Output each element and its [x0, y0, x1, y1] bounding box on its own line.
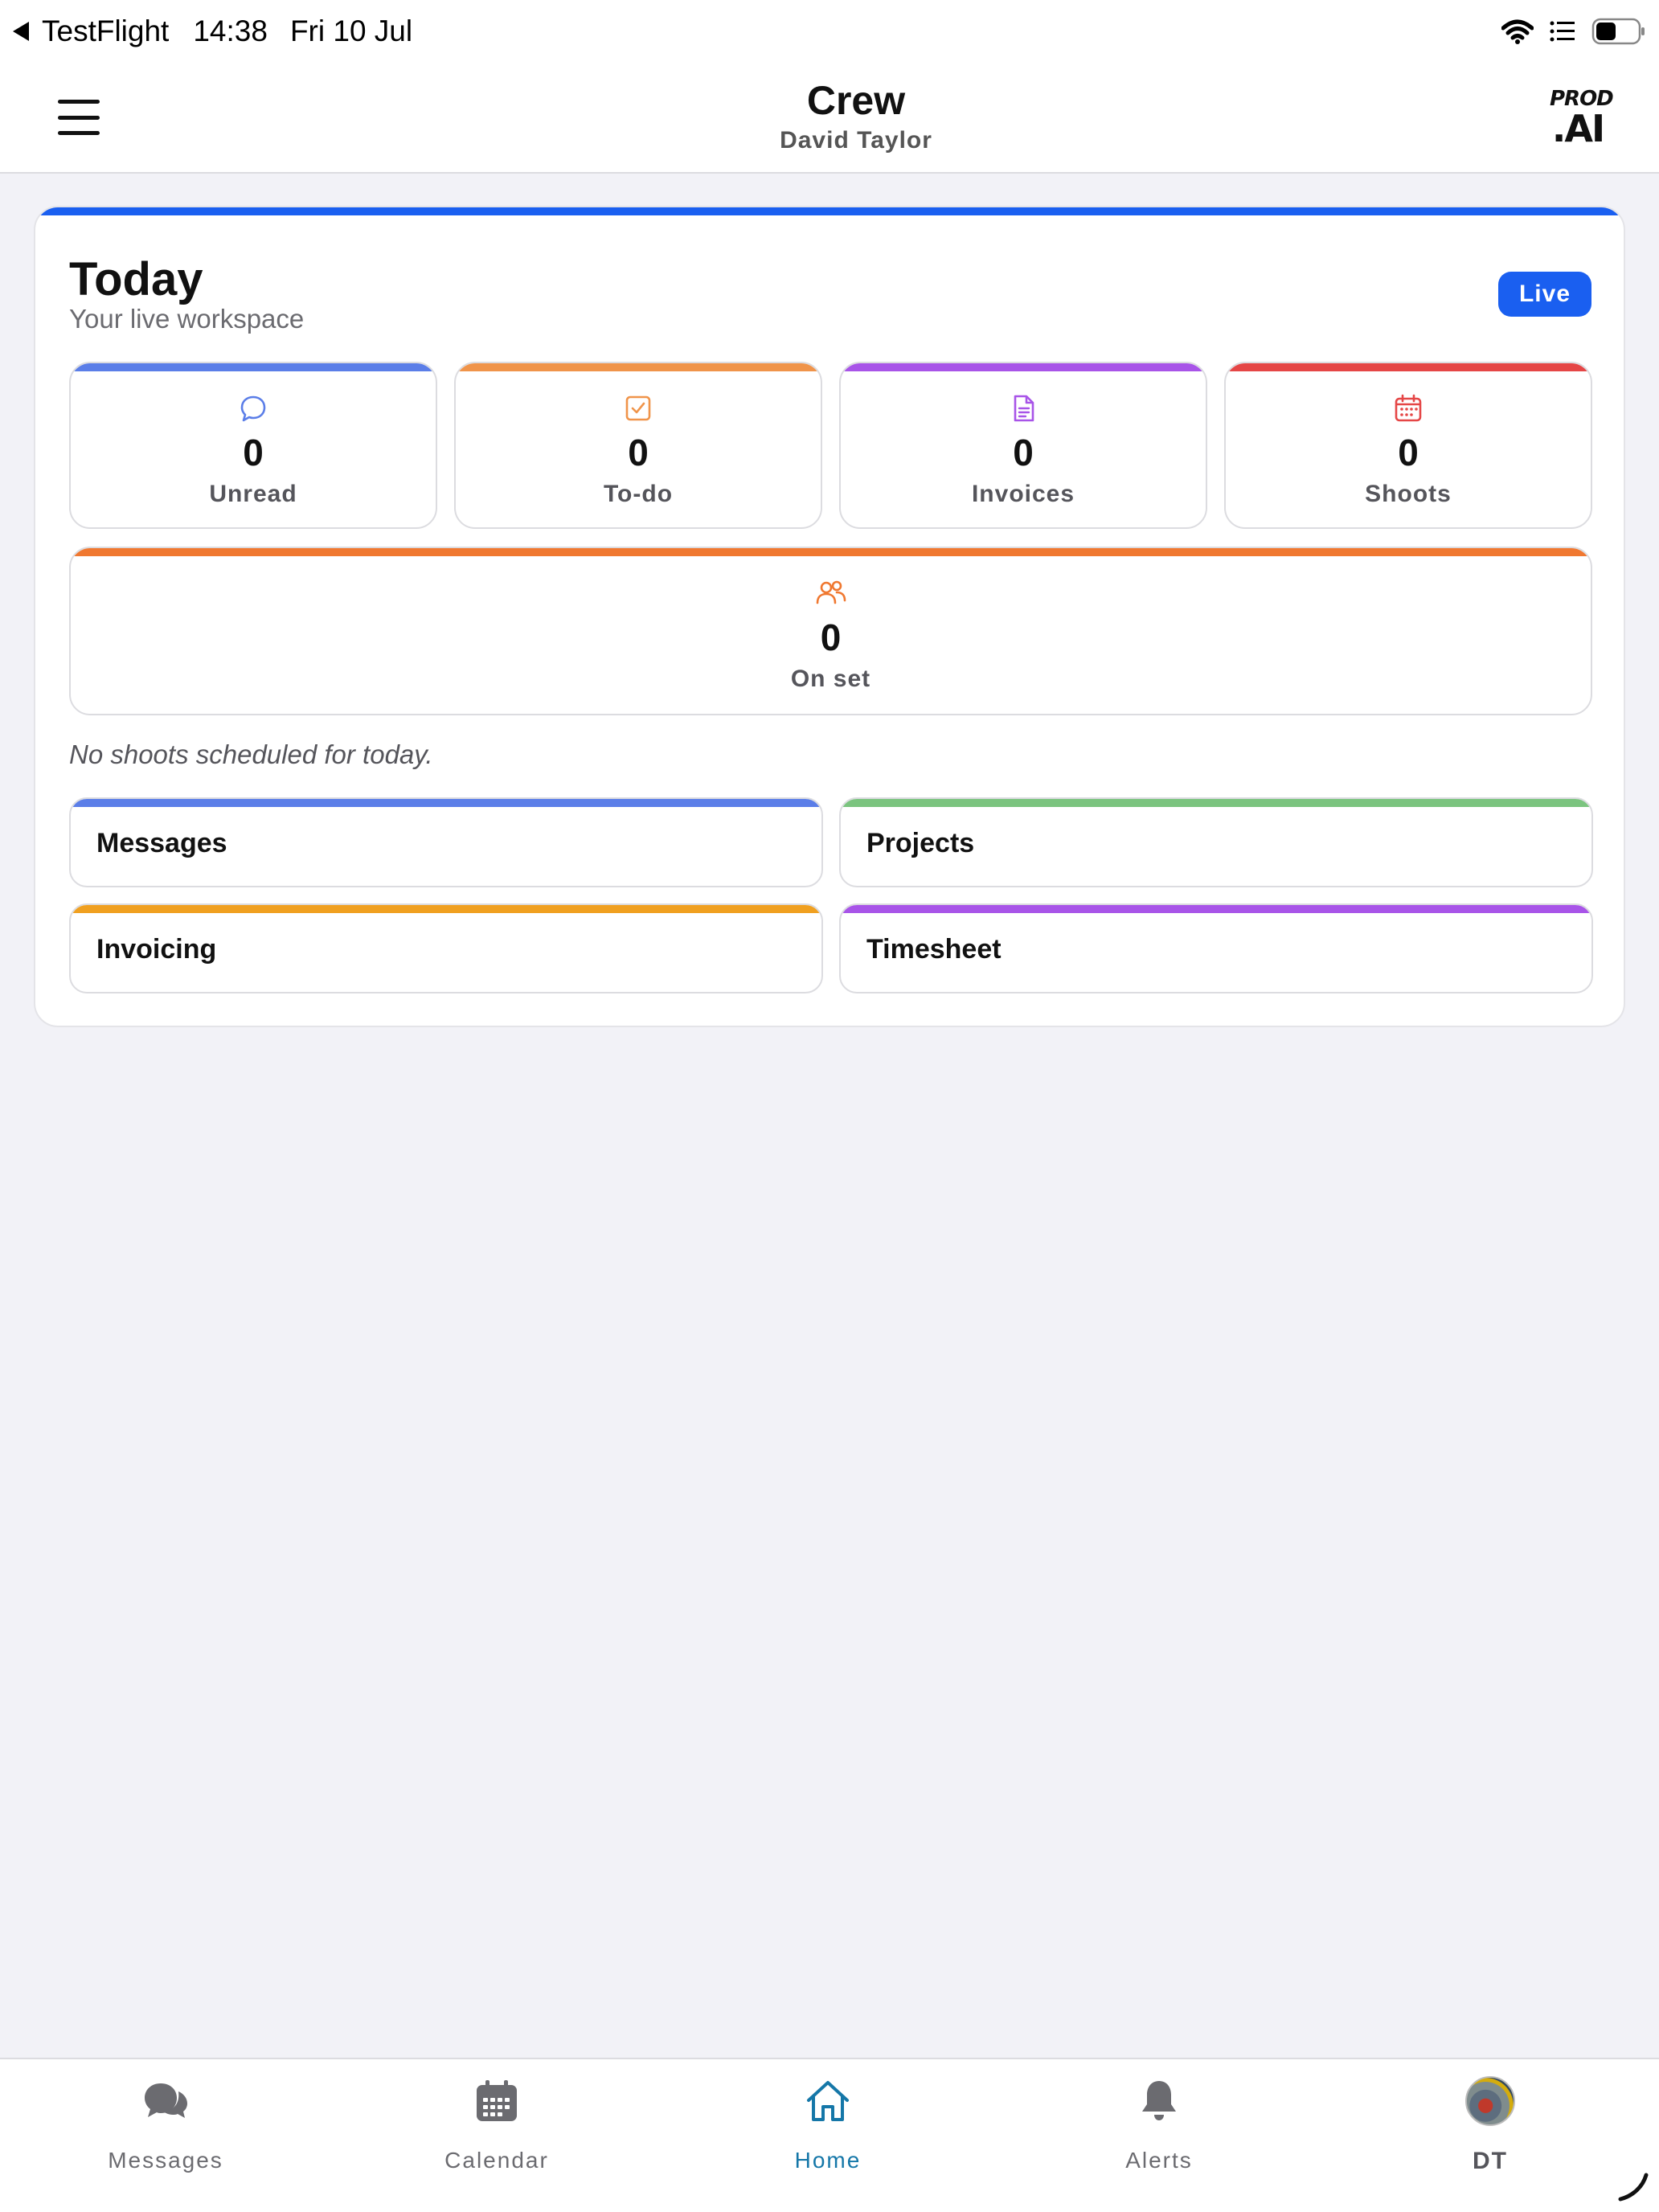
- tab-messages[interactable]: Messages: [0, 2059, 331, 2212]
- today-title: Today: [69, 253, 203, 305]
- profile-initials: DT: [1473, 2148, 1508, 2174]
- tab-alerts[interactable]: Alerts: [993, 2059, 1325, 2212]
- status-time: 14:38: [193, 14, 268, 47]
- checkbox-icon: [456, 394, 821, 426]
- document-icon: [841, 394, 1206, 426]
- list-icon: [1550, 21, 1575, 42]
- stat-shoots[interactable]: 0 Shoots: [1224, 362, 1592, 529]
- home-icon: [662, 2075, 993, 2127]
- link-label: Invoicing: [96, 934, 217, 965]
- link-label: Projects: [866, 828, 975, 858]
- today-accent-bar: [35, 207, 1624, 215]
- prod-ai-logo: PROD .AI: [1550, 88, 1614, 150]
- stat-label: Shoots: [1365, 481, 1452, 507]
- stat-value: 0: [628, 432, 649, 473]
- link-projects[interactable]: Projects: [839, 797, 1593, 887]
- today-card: Today Your live workspace Live 0 Unread …: [34, 206, 1625, 1027]
- stat-invoices[interactable]: 0 Invoices: [839, 362, 1207, 529]
- today-subtitle: Your live workspace: [69, 304, 305, 334]
- user-name: David Taylor: [780, 127, 932, 154]
- stat-accent-bar: [71, 363, 436, 371]
- battery-icon: [1591, 18, 1645, 45]
- link-label: Timesheet: [866, 934, 1002, 965]
- stat-value: 0: [820, 616, 842, 658]
- link-messages[interactable]: Messages: [69, 797, 823, 887]
- avatar: [1465, 2076, 1515, 2126]
- link-accent-bar: [841, 799, 1591, 807]
- back-to-app-label[interactable]: TestFlight: [42, 14, 169, 48]
- stat-label: Invoices: [971, 481, 1075, 507]
- stat-todo[interactable]: 0 To-do: [454, 362, 822, 529]
- tab-label: Messages: [108, 2148, 223, 2173]
- stat-accent-bar: [71, 548, 1591, 556]
- link-accent-bar: [841, 905, 1591, 913]
- status-date: Fri 10 Jul: [289, 14, 413, 47]
- tab-calendar[interactable]: Calendar: [331, 2059, 662, 2212]
- stat-value: 0: [1398, 432, 1419, 473]
- people-icon: [71, 579, 1591, 611]
- loading-spinner-icon: [1618, 2173, 1649, 2202]
- stat-value: 0: [1013, 432, 1034, 473]
- stat-accent-bar: [841, 363, 1206, 371]
- stat-on-set[interactable]: 0 On set: [69, 547, 1592, 715]
- stat-label: Unread: [209, 481, 297, 507]
- status-bar: TestFlight 14:38 Fri 10 Jul: [0, 0, 1659, 66]
- tab-label: Calendar: [444, 2148, 549, 2173]
- empty-shoots-note: No shoots scheduled for today.: [69, 739, 433, 769]
- link-accent-bar: [71, 799, 821, 807]
- link-timesheet[interactable]: Timesheet: [839, 903, 1593, 993]
- tab-label: Home: [794, 2148, 862, 2173]
- calendar-icon: [1226, 394, 1591, 426]
- wifi-icon: [1501, 19, 1534, 44]
- app-header: Crew David Taylor PROD .AI: [0, 66, 1659, 174]
- link-label: Messages: [96, 828, 227, 858]
- bell-icon: [993, 2075, 1325, 2127]
- stat-unread[interactable]: 0 Unread: [69, 362, 437, 529]
- chat-bubble-icon: [71, 394, 436, 426]
- live-badge: Live: [1498, 272, 1591, 317]
- logo-bottom-text: .AI: [1551, 107, 1605, 150]
- link-accent-bar: [71, 905, 821, 913]
- stat-label: To-do: [603, 481, 674, 507]
- chat-bubbles-icon: [0, 2075, 331, 2127]
- stat-value: 0: [243, 432, 264, 473]
- back-arrow-icon[interactable]: [13, 22, 29, 41]
- calendar-icon: [331, 2075, 662, 2127]
- tab-home[interactable]: Home: [662, 2059, 993, 2212]
- status-bar-right: [1501, 18, 1646, 45]
- stat-accent-bar: [456, 363, 821, 371]
- tab-label: Alerts: [1125, 2148, 1193, 2173]
- link-invoicing[interactable]: Invoicing: [69, 903, 823, 993]
- status-bar-left: TestFlight 14:38 Fri 10 Jul: [13, 14, 412, 48]
- stat-label: On set: [790, 666, 871, 692]
- stat-accent-bar: [1226, 363, 1591, 371]
- bottom-tab-bar: Messages Calendar Home Alerts DT: [0, 2058, 1659, 2212]
- profile-avatar: [1325, 2075, 1656, 2127]
- page-title: Crew: [806, 78, 906, 123]
- tab-profile[interactable]: DT: [1325, 2059, 1656, 2212]
